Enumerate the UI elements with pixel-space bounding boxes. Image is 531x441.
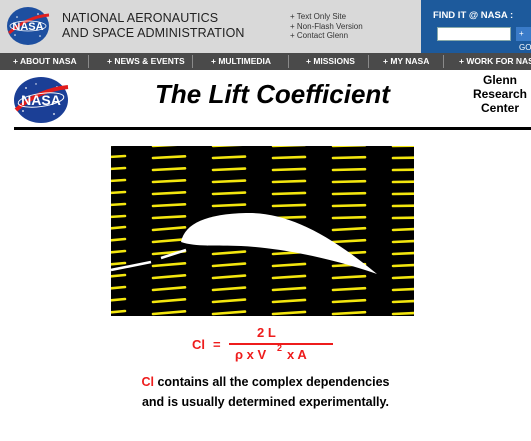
nav-divider (368, 55, 369, 68)
center-name: Glenn Research Center (460, 73, 531, 115)
flow-streak (271, 155, 307, 160)
nav-divider (443, 55, 444, 68)
nav-divider (192, 55, 193, 68)
main-nav: + ABOUT NASA + NEWS & EVENTS + MULTIMEDI… (0, 53, 531, 70)
flow-streak (151, 166, 187, 172)
utility-links: + Text Only Site + Non-Flash Version + C… (290, 12, 363, 41)
text-only-site-link[interactable]: + Text Only Site (290, 12, 363, 22)
center-name-line3: Center (480, 101, 519, 115)
nav-about-nasa[interactable]: + ABOUT NASA (13, 53, 77, 70)
nav-my-nasa[interactable]: + MY NASA (383, 53, 429, 70)
nasa-logo-text: NASA (12, 21, 43, 33)
description-line1: Cl contains all the complex dependencies (0, 372, 531, 392)
flow-streak (211, 155, 247, 160)
flow-streak (331, 238, 367, 244)
description-line1-rest: contains all the complex dependencies (154, 375, 390, 389)
center-name-line1: Glenn (482, 73, 517, 87)
lift-coefficient-formula: Cl = 2 L ρ x V 2 x A (0, 325, 531, 365)
flow-streak (391, 287, 414, 292)
description-text: Cl contains all the complex dependencies… (0, 372, 531, 412)
agency-name-line1: NATIONAL AERONAUTICS (62, 11, 219, 25)
flow-streak (391, 192, 414, 196)
flow-streak (211, 203, 247, 208)
flow-streak (331, 215, 367, 220)
formula-exponent: 2 (277, 343, 283, 353)
formula-equals: = (213, 337, 221, 352)
flow-streak (331, 179, 367, 184)
flow-streak (391, 168, 414, 172)
flow-streak (331, 298, 367, 304)
nav-divider (288, 55, 289, 68)
flow-streak (331, 226, 367, 232)
flow-streak (391, 204, 414, 208)
flow-streak (391, 216, 414, 220)
flow-streak (391, 299, 414, 304)
agency-name-line2: AND SPACE ADMINISTRATION (62, 26, 245, 40)
formula-lhs: Cl (192, 337, 205, 352)
flow-streak (331, 191, 367, 196)
flow-streak (391, 311, 414, 316)
flow-streak (151, 178, 187, 184)
nav-news-events[interactable]: + NEWS & EVENTS (107, 53, 185, 70)
flow-streak (331, 274, 367, 280)
find-it-label: FIND IT @ NASA : (433, 10, 514, 21)
contact-glenn-link[interactable]: + Contact Glenn (290, 31, 363, 41)
header-divider (14, 127, 531, 130)
nav-work-for-nasa[interactable]: + WORK FOR NASA (459, 53, 531, 70)
flow-streak (331, 155, 367, 160)
flow-streak (271, 191, 307, 196)
flow-streak (331, 310, 367, 316)
flow-streak (331, 286, 367, 292)
flow-streak (271, 203, 307, 208)
flow-streak (391, 251, 414, 256)
page-title: The Lift Coefficient (155, 79, 390, 109)
center-name-line2: Research (472, 87, 528, 101)
search-input[interactable] (437, 27, 511, 41)
description-line2: and is usually determined experimentally… (141, 395, 390, 409)
flow-streak (211, 191, 247, 196)
nav-missions[interactable]: + MISSIONS (306, 53, 355, 70)
flow-streak (391, 227, 414, 232)
flow-streak (211, 179, 247, 184)
agency-name[interactable]: NATIONAL AERONAUTICS AND SPACE ADMINISTR… (62, 11, 245, 41)
top-banner: NASA NATIONAL AERONAUTICS AND SPACE ADMI… (0, 0, 531, 53)
formula-denominator-pre: ρ x V (235, 347, 267, 362)
airfoil-flow-image (111, 146, 414, 316)
non-flash-version-link[interactable]: + Non-Flash Version (290, 22, 363, 32)
meatball-text: NASA (21, 92, 61, 108)
nasa-meatball-logo: NASA (14, 77, 69, 123)
description-symbol: Cl (141, 375, 155, 389)
flow-streak (151, 190, 187, 196)
nav-divider (88, 55, 89, 68)
flow-streak (271, 167, 307, 172)
flow-streak (151, 202, 187, 208)
search-go-button[interactable]: + GO (516, 27, 531, 52)
flow-streak (331, 203, 367, 208)
flow-streak (391, 263, 414, 268)
nav-multimedia[interactable]: + MULTIMEDIA (211, 53, 271, 70)
flow-streak (391, 180, 414, 184)
nasa-logo-icon[interactable]: NASA (5, 5, 51, 47)
flow-streak (331, 167, 367, 172)
flow-streak (151, 155, 187, 160)
formula-numerator: 2 L (257, 325, 276, 340)
flow-streak (391, 275, 414, 280)
find-it-panel: FIND IT @ NASA : + GO (421, 0, 531, 53)
flow-streak (151, 215, 187, 220)
formula-denominator-post: x A (287, 347, 307, 362)
flow-streak (391, 156, 414, 160)
flow-streak (271, 179, 307, 184)
flow-streak (211, 167, 247, 172)
flow-streak (391, 239, 414, 244)
